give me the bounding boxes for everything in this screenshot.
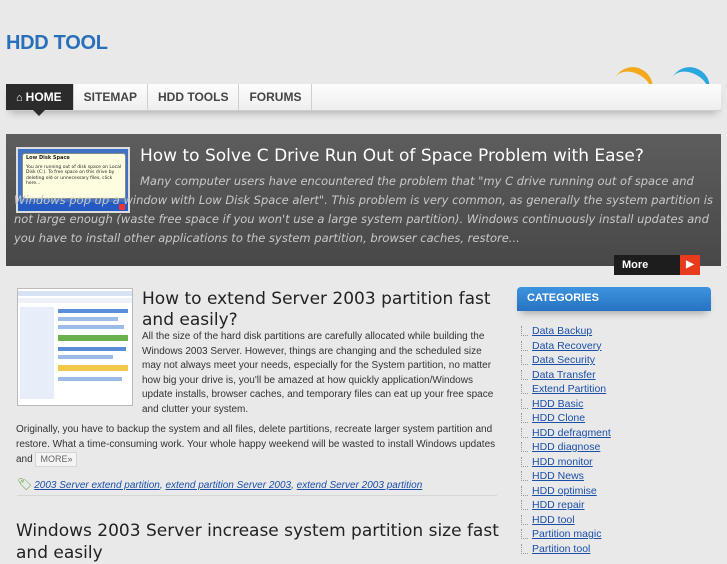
featured-excerpt: Many computer users have encountered the… (14, 174, 713, 245)
thumb-sidebar (20, 307, 54, 399)
category-link[interactable]: Partition tool (520, 542, 710, 557)
nav-item-home[interactable]: ⌂ HOME (6, 84, 74, 116)
category-link[interactable]: HDD News (520, 469, 710, 484)
category-link[interactable]: Data Recovery (520, 339, 710, 354)
tag-icon: 🏷 (17, 477, 33, 491)
category-link[interactable]: HDD tool (520, 513, 710, 528)
site-title[interactable]: HDD TOOL (6, 32, 108, 55)
nav-item-forums[interactable]: FORUMS (239, 84, 313, 110)
post-more-link[interactable]: MORE» (35, 452, 78, 468)
category-link[interactable]: Data Backup (520, 324, 710, 339)
post-title[interactable]: How to extend Server 2003 partition fast… (142, 289, 492, 331)
thumb-disk-bar (58, 335, 128, 341)
categories-list: Data Backup Data Recovery Data Security … (520, 324, 710, 556)
categories-header: CATEGORIES (517, 287, 711, 311)
featured-post: Low Disk Space You are running out of di… (6, 134, 721, 275)
category-link[interactable]: HDD optimise (520, 484, 710, 499)
post-excerpt: All the size of the hard disk partitions… (142, 331, 494, 415)
category-link[interactable]: HDD defragment (520, 426, 710, 441)
tag-link[interactable]: extend partition Server 2003 (165, 480, 291, 491)
thumb-toolbar (18, 298, 132, 303)
thumb-row (58, 355, 113, 359)
nav-item-hdd-tools[interactable]: HDD TOOLS (148, 84, 240, 110)
category-link[interactable]: HDD monitor (520, 455, 710, 470)
category-link[interactable]: Data Transfer (520, 368, 710, 383)
home-icon: ⌂ (16, 92, 23, 104)
nav-item-home-label: HOME (25, 90, 62, 104)
tag-link[interactable]: extend Server 2003 partition (297, 480, 423, 491)
category-link[interactable]: HDD Basic (520, 397, 710, 412)
post-thumbnail[interactable] (17, 288, 133, 406)
category-link[interactable]: HDD diagnose (520, 440, 710, 455)
post-tags: 🏷 2003 Server extend partition, extend pa… (17, 477, 497, 496)
nav-item-sitemap[interactable]: SITEMAP (74, 84, 148, 110)
tag-link[interactable]: 2003 Server extend partition (34, 480, 160, 491)
arrow-right-icon: ▶ (680, 255, 700, 275)
category-link[interactable]: HDD Clone (520, 411, 710, 426)
category-link[interactable]: HDD repair (520, 498, 710, 513)
post-excerpt-continued: Originally, you have to backup the syste… (16, 423, 497, 468)
category-link[interactable]: Partition magic (520, 527, 710, 542)
category-link[interactable]: Data Security (520, 353, 710, 368)
category-link[interactable]: Extend Partition (520, 382, 710, 397)
post-excerpt-continued-text: Originally, you have to backup the syste… (16, 424, 496, 466)
main-nav: ⌂ HOME SITEMAP HDD TOOLS FORUMS (6, 84, 721, 116)
thumb-row (58, 377, 122, 381)
featured-title[interactable]: How to Solve C Drive Run Out of Space Pr… (140, 146, 644, 166)
post-title[interactable]: Windows 2003 Server increase system part… (16, 520, 506, 564)
featured-more-button[interactable]: More ▶ (614, 255, 700, 275)
thumb-row (58, 317, 118, 321)
thumb-row (58, 347, 126, 351)
featured-more-label: More (622, 259, 649, 271)
thumb-row (58, 309, 128, 313)
thumb-titlebar (18, 291, 132, 296)
thumb-disk-bar (58, 365, 128, 371)
low-disk-popup-title: Low Disk Space (26, 155, 70, 161)
thumb-row (58, 325, 124, 329)
